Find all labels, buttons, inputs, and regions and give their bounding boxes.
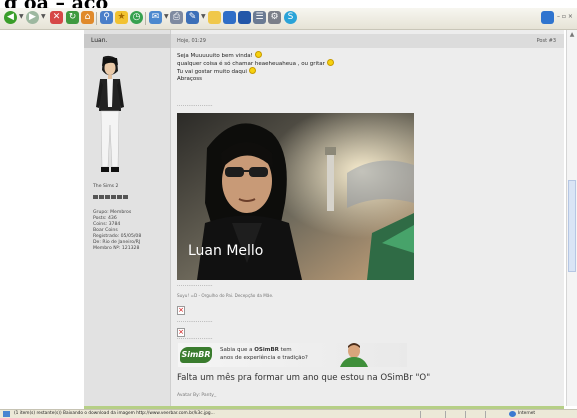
home-icon[interactable]: ⌂ <box>81 11 94 24</box>
smiley-icon <box>248 67 256 74</box>
security-zone: Internet <box>518 411 536 416</box>
scroll-up-icon[interactable]: ▲ <box>568 31 576 38</box>
post-time: Hoje, 01:29 <box>177 38 206 44</box>
page-icon <box>3 411 10 417</box>
messenger-icon[interactable]: ☰ <box>253 11 266 24</box>
window-icon[interactable] <box>238 11 251 24</box>
post-image[interactable]: Luan Mello <box>177 113 414 280</box>
status-divider <box>420 411 421 418</box>
banner-text: Sabia que a <box>220 347 255 353</box>
status-bar: (1 item(s) restante(s)) Baixando o downl… <box>0 409 577 418</box>
username[interactable]: Luan. <box>84 34 171 48</box>
mail-icon[interactable]: ✉ <box>149 11 162 24</box>
signature-tagline: Falta um mês pra formar um ano que estou… <box>177 373 431 383</box>
chevron-down-icon[interactable]: ▼ <box>41 13 46 20</box>
dotted-divider: ................... <box>177 282 213 288</box>
image-caption: Luan Mello <box>188 243 264 259</box>
window-controls[interactable]: – ▫ × <box>557 13 573 20</box>
dotted-divider: ................... <box>177 335 213 341</box>
forward-icon[interactable]: ▶ <box>26 11 39 24</box>
avatar <box>96 55 124 172</box>
simbr-logo: SimBR <box>180 347 212 363</box>
back-icon[interactable]: ◀ <box>4 11 17 24</box>
status-text: (1 item(s) restante(s)) Baixando o downl… <box>14 411 215 416</box>
banner-line-1: Sabia que a OSimBR tem <box>220 347 292 353</box>
edit-icon[interactable]: ✎ <box>186 11 199 24</box>
dotted-divider: ................... <box>177 102 213 108</box>
chevron-down-icon[interactable]: ▼ <box>201 13 206 20</box>
post-line-4: Abraçoss <box>177 76 203 82</box>
vertical-scrollbar[interactable]: ▲ <box>566 30 577 406</box>
simbr-banner[interactable]: SimBR Sabia que a OSimBR tem anos de exp… <box>178 343 407 367</box>
smiley-icon <box>254 51 262 58</box>
forum-post: Luan. The Sims 2 Grupo: Membros Posts: 4… <box>84 30 564 406</box>
signature-text: Suyu! =D - Orgulho do Pai. Decepção da M… <box>177 293 274 298</box>
browser-toolbar: ◀ ▼ ▶ ▼ ✕ ↻ ⌂ ⚲ ★ ◷ ✉ ▼ ⎙ ✎ ▼ ☰ ⚙ S – ▫ … <box>0 8 577 30</box>
research-icon[interactable]: ⚙ <box>268 11 281 24</box>
avatar-credit: Avatar By: Panty_ <box>177 393 217 398</box>
status-divider <box>465 411 466 418</box>
dotted-divider: ................... <box>177 318 213 324</box>
refresh-icon[interactable]: ↻ <box>66 11 79 24</box>
folder-icon[interactable] <box>208 11 221 24</box>
sim-character-figure <box>340 343 368 367</box>
post-body: Hoje, 01:29 Post #3 Seja Muuuuuito bem v… <box>171 30 564 406</box>
search-icon[interactable]: ⚲ <box>100 11 113 24</box>
smiley-icon <box>326 59 334 66</box>
window-icon[interactable] <box>223 11 236 24</box>
user-profile-column: Luan. The Sims 2 Grupo: Membros Posts: 4… <box>84 30 171 406</box>
favorites-icon[interactable]: ★ <box>115 11 128 24</box>
toolbar-divider <box>145 12 146 25</box>
page-title-fragment: g ôa – ąçõ <box>0 0 577 8</box>
history-icon[interactable]: ◷ <box>130 11 143 24</box>
banner-brand: OSimBR <box>254 347 279 353</box>
print-icon[interactable]: ⎙ <box>170 11 183 24</box>
post-header: Hoje, 01:29 Post #3 <box>171 34 564 48</box>
windows-logo-icon <box>541 11 554 24</box>
chevron-down-icon[interactable]: ▼ <box>164 13 169 20</box>
user-game: The Sims 2 <box>93 184 119 189</box>
chevron-down-icon[interactable]: ▼ <box>19 13 24 20</box>
post-number-link[interactable]: Post #3 <box>537 34 556 48</box>
broken-image-icon: × <box>177 306 185 315</box>
banner-line-2: anos de experiência e tradição? <box>220 355 308 361</box>
skype-icon[interactable]: S <box>284 11 297 24</box>
stop-icon[interactable]: ✕ <box>50 11 63 24</box>
user-member-number: Membro Nº: 121328 <box>93 246 140 251</box>
banner-text: tem <box>278 347 292 353</box>
rank-pips <box>93 195 128 199</box>
status-divider <box>445 411 446 418</box>
status-divider <box>485 411 486 418</box>
globe-icon <box>509 411 516 417</box>
scrollbar-thumb[interactable] <box>568 180 576 272</box>
toolbar-divider <box>96 12 97 25</box>
